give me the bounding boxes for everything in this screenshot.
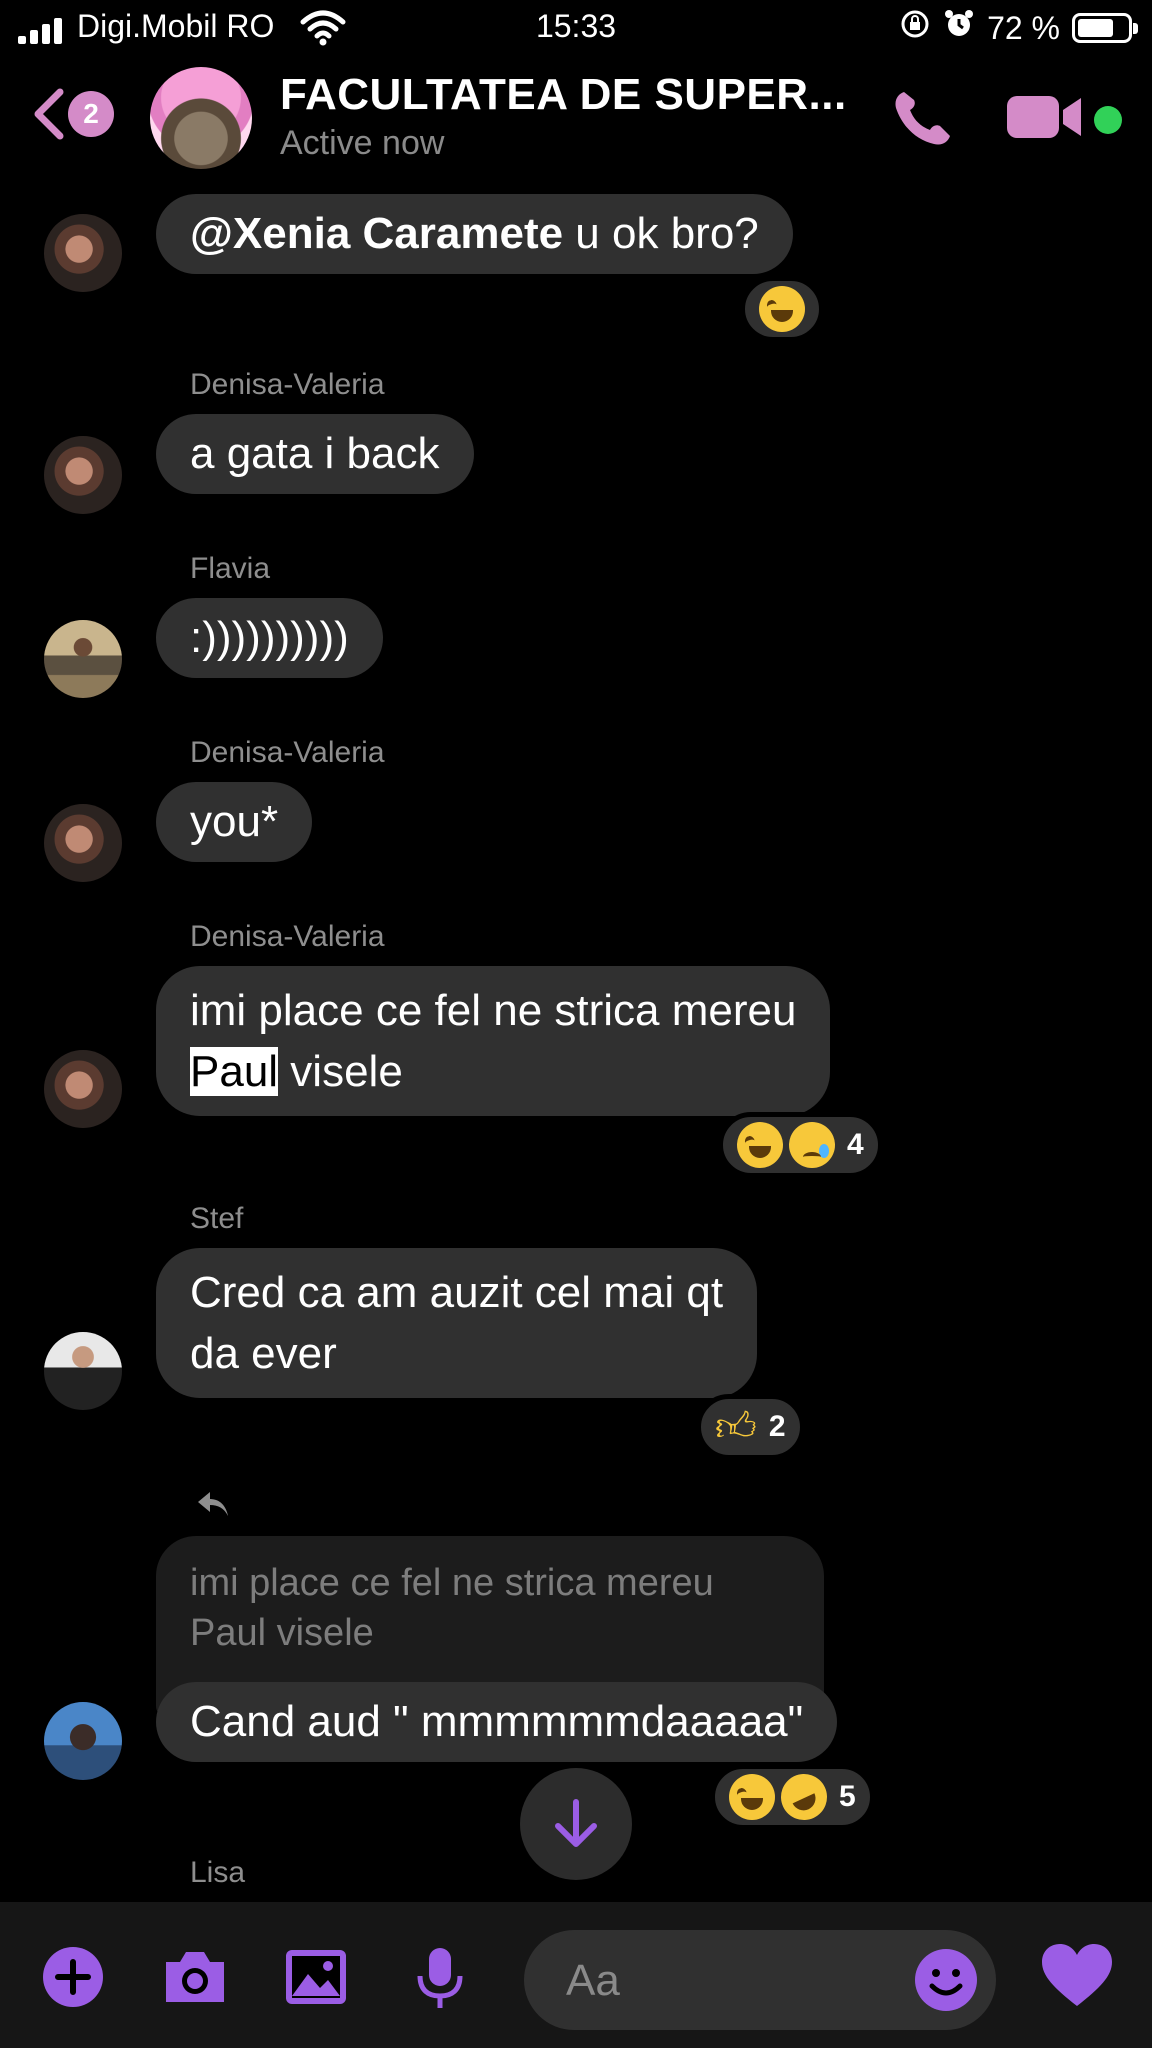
message-text: visele: [278, 1047, 403, 1096]
reaction-badge[interactable]: 4: [718, 1112, 883, 1178]
avatar[interactable]: [44, 436, 122, 514]
reaction-badge[interactable]: [740, 276, 824, 342]
reaction-badge[interactable]: 👍︎ 2: [696, 1394, 805, 1460]
emoji-button[interactable]: [914, 1948, 978, 2017]
sender-name: Denisa-Valeria: [190, 736, 385, 769]
rotation-lock-icon: [899, 8, 931, 48]
reaction-count: 5: [839, 1780, 856, 1813]
laughing-emoji-icon: [729, 1774, 775, 1820]
online-indicator: [1094, 106, 1122, 134]
smiley-icon: [915, 1949, 977, 2011]
chat-header: 2 FACULTATEA DE SUPER... Active now: [0, 60, 1152, 180]
composer-bar: Aa: [0, 1902, 1152, 2048]
image-icon: [286, 1950, 346, 2004]
message-bubble[interactable]: :)))))))))): [156, 598, 383, 678]
avatar[interactable]: [44, 214, 122, 292]
like-button[interactable]: [1040, 1942, 1114, 2013]
message-text: Cred ca am auzit cel mai qt: [190, 1268, 724, 1317]
avatar[interactable]: [44, 620, 122, 698]
message-bubble[interactable]: Cand aud " mmmmmmdaaaaa": [156, 1682, 838, 1762]
voice-message-button[interactable]: [414, 1946, 466, 2017]
avatar[interactable]: [44, 1050, 122, 1128]
message-text: imi place ce fel ne strica mereu: [190, 986, 797, 1035]
avatar[interactable]: [44, 804, 122, 882]
avatar[interactable]: [44, 1702, 122, 1780]
message-text: Cand aud " mmmmmmdaaaaa": [190, 1697, 804, 1746]
battery-percent: 72 %: [987, 9, 1060, 46]
video-call-button[interactable]: [1005, 92, 1085, 147]
reaction-count: 4: [847, 1128, 864, 1161]
reaction-count: 2: [768, 1410, 786, 1443]
sender-name: Denisa-Valeria: [190, 920, 385, 953]
message-bubble[interactable]: you*: [156, 782, 313, 862]
message-text: da ever: [190, 1329, 337, 1378]
message-input[interactable]: Aa: [524, 1930, 996, 2030]
quoted-text: imi place ce fel ne strica mereu: [190, 1562, 714, 1604]
sender-name: Stef: [190, 1202, 244, 1235]
message-input-placeholder: Aa: [566, 1956, 620, 2005]
plus-icon: [43, 1947, 103, 2007]
message-bubble[interactable]: a gata i back: [156, 414, 474, 494]
video-camera-icon: [1007, 96, 1081, 138]
arrow-down-icon: [555, 1799, 597, 1847]
highlighted-text[interactable]: Paul: [190, 1047, 279, 1096]
heart-icon: [1042, 1944, 1112, 2006]
avatar[interactable]: [44, 1332, 122, 1410]
plus-button[interactable]: [42, 1946, 104, 2013]
alarm-icon: [943, 8, 975, 48]
message-text: u ok bro?: [563, 209, 759, 258]
message-text: a gata i back: [190, 429, 440, 478]
sender-name: Denisa-Valeria: [190, 368, 385, 401]
message-bubble[interactable]: @Xenia Caramete u ok bro?: [156, 194, 793, 274]
quoted-text: Paul visele: [190, 1612, 374, 1654]
sender-name: Flavia: [190, 552, 271, 585]
status-bar: Digi.Mobil RO 15:33 72 %: [0, 0, 1152, 58]
phone-icon: [895, 92, 950, 145]
audio-call-button[interactable]: [890, 86, 954, 155]
reaction-badge[interactable]: 5: [710, 1764, 875, 1830]
chevron-left-icon: [34, 88, 64, 140]
camera-button[interactable]: [160, 1946, 230, 2013]
camera-icon: [166, 1952, 224, 2002]
crying-emoji-icon: [789, 1122, 835, 1168]
message-text: :)))))))))): [190, 613, 349, 662]
sender-name: Lisa: [190, 1856, 246, 1889]
back-button[interactable]: 2: [30, 86, 114, 142]
group-avatar[interactable]: [150, 67, 252, 169]
message-text: you*: [190, 797, 279, 846]
active-status: Active now: [280, 124, 445, 162]
reply-icon: [196, 1490, 230, 1523]
chat-title[interactable]: FACULTATEA DE SUPER...: [280, 70, 847, 120]
laughing-emoji-icon: [737, 1122, 783, 1168]
battery-icon: [1072, 13, 1138, 43]
microphone-icon: [417, 1948, 463, 2008]
scroll-to-bottom-button[interactable]: [520, 1768, 632, 1880]
gallery-button[interactable]: [284, 1946, 348, 2013]
laughing-emoji-icon: [759, 286, 805, 332]
rofl-emoji-icon: [773, 1766, 835, 1828]
thumbs-up-icon: 👍︎: [715, 1405, 757, 1449]
unread-badge: 2: [68, 91, 114, 137]
mention[interactable]: @Xenia Caramete: [190, 209, 563, 258]
message-bubble[interactable]: Cred ca am auzit cel mai qt da ever: [156, 1248, 758, 1398]
message-bubble[interactable]: imi place ce fel ne strica mereu Paul vi…: [156, 966, 831, 1116]
